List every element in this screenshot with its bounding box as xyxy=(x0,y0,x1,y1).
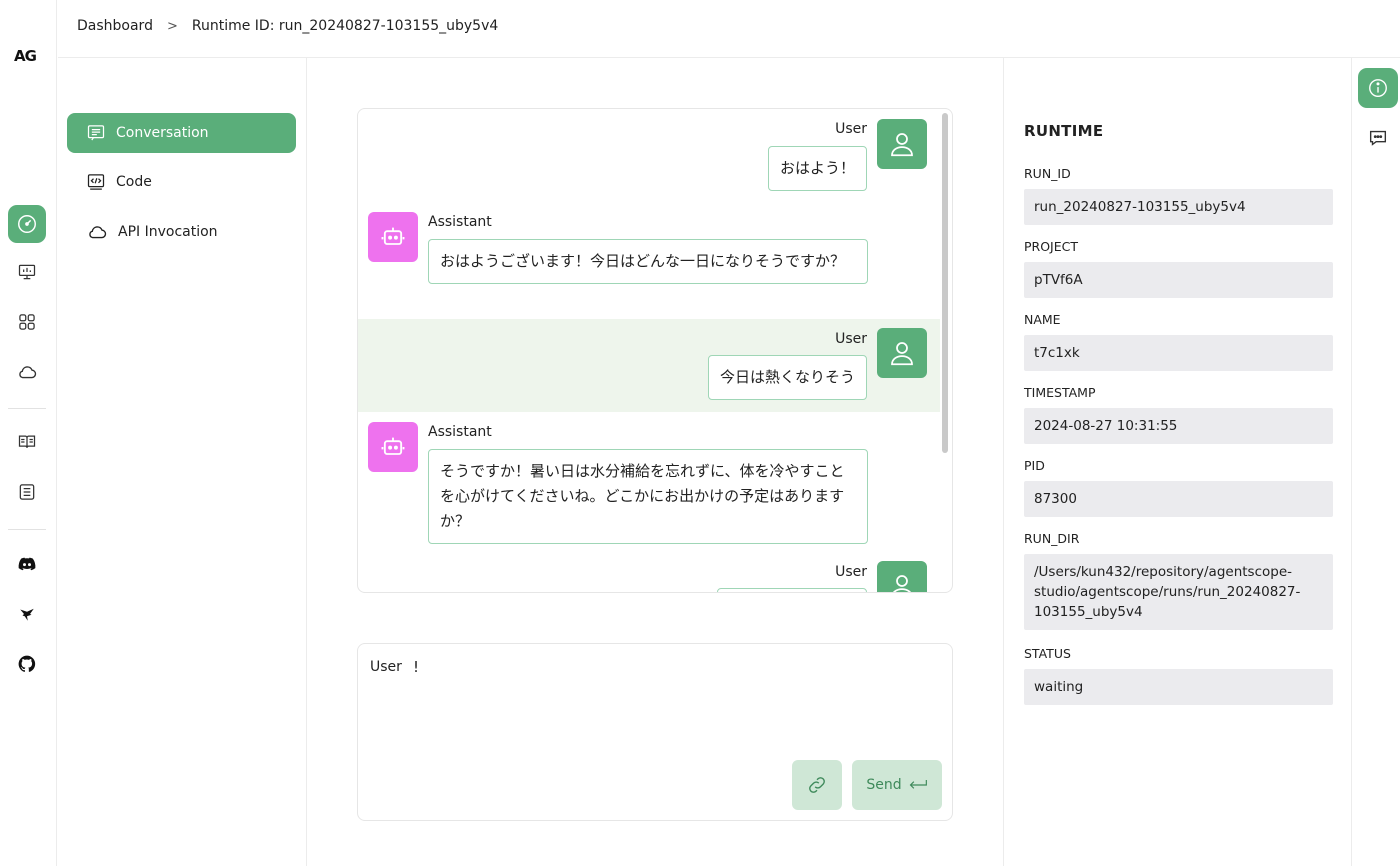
message-sender: Assistant xyxy=(428,424,492,440)
message-sender: User xyxy=(835,331,867,347)
composer-speaker-label: User xyxy=(370,659,402,675)
field-value-pid: 87300 xyxy=(1024,481,1333,517)
message-row: User おはよう！ xyxy=(358,109,940,201)
message-row: User xyxy=(358,554,940,592)
message-bubble: 今日は熱くなりそう xyxy=(707,355,867,400)
subnav-item-code[interactable]: Code xyxy=(67,162,296,202)
user-avatar xyxy=(877,119,927,169)
breadcrumb: Dashboard > Runtime ID: run_20240827-103… xyxy=(77,18,498,34)
chat-lines-icon xyxy=(87,125,105,141)
message-composer[interactable]: User ! Send xyxy=(357,643,953,821)
assistant-avatar xyxy=(368,422,418,472)
user-icon xyxy=(892,575,912,592)
rail-cloud-icon[interactable] xyxy=(8,353,46,391)
rail-dashboard-icon[interactable] xyxy=(8,205,46,243)
link-icon xyxy=(809,777,825,793)
robot-icon xyxy=(381,227,405,245)
app-logo: AG xyxy=(14,47,37,65)
subnav-item-conversation[interactable]: Conversation xyxy=(67,113,296,153)
message-row: User 今日は熱くなりそう xyxy=(358,319,940,412)
user-avatar xyxy=(877,561,927,592)
message-row: Assistant おはようございます！今日はどんな一日になりそうですか？ xyxy=(358,201,940,319)
field-label-status: STATUS xyxy=(1024,646,1071,661)
field-label-run-dir: RUN_DIR xyxy=(1024,531,1080,546)
subnav-item-label: API Invocation xyxy=(118,224,218,240)
chat-scrollbar[interactable] xyxy=(942,113,948,453)
code-icon xyxy=(87,174,105,190)
rail-divider xyxy=(8,529,46,530)
message-sender: User xyxy=(835,121,867,137)
subnav-item-api-invocation[interactable]: API Invocation xyxy=(67,212,296,252)
rail-feather-icon[interactable] xyxy=(8,595,46,633)
field-label-name: NAME xyxy=(1024,312,1061,327)
field-value-run-id: run_20240827-103155_uby5v4 xyxy=(1024,189,1333,225)
subnav-item-label: Conversation xyxy=(116,125,209,141)
left-rail: AG xyxy=(0,0,57,866)
field-label-run-id: RUN_ID xyxy=(1024,166,1071,181)
user-icon xyxy=(891,342,913,366)
field-label-pid: PID xyxy=(1024,458,1045,473)
runtime-info-panel: RUNTIME RUN_ID run_20240827-103155_uby5v… xyxy=(1003,58,1352,866)
field-value-name: t7c1xk xyxy=(1024,335,1333,371)
info-toggle-button[interactable] xyxy=(1358,68,1398,108)
user-avatar xyxy=(877,328,927,378)
assistant-avatar xyxy=(368,212,418,262)
field-value-project: pTVf6A xyxy=(1024,262,1333,298)
robot-icon xyxy=(381,437,405,455)
rail-monitor-icon[interactable] xyxy=(8,253,46,291)
send-button-label: Send xyxy=(866,777,902,793)
send-button[interactable]: Send xyxy=(852,760,942,810)
attach-button[interactable] xyxy=(792,760,842,810)
composer-input-text[interactable]: ! xyxy=(413,658,419,676)
subnav-item-label: Code xyxy=(116,174,152,190)
chat-toggle-button[interactable] xyxy=(1358,118,1398,158)
conversation-panel[interactable]: User おはよう！ Assistant おはようございます！今日はどんな一日に… xyxy=(357,108,953,593)
rail-github-icon[interactable] xyxy=(8,645,46,683)
field-label-timestamp: TIMESTAMP xyxy=(1024,385,1096,400)
message-sender: User xyxy=(835,564,867,580)
cloud-icon xyxy=(89,226,107,239)
rail-book-icon[interactable] xyxy=(8,423,46,461)
top-bar: Dashboard > Runtime ID: run_20240827-103… xyxy=(58,0,1400,58)
message-sender: Assistant xyxy=(428,214,492,230)
user-icon xyxy=(891,133,913,157)
info-icon xyxy=(1369,79,1387,97)
message-bubble: おはよう！ xyxy=(767,146,867,191)
rail-discord-icon[interactable] xyxy=(8,545,46,583)
breadcrumb-separator: > xyxy=(166,18,178,34)
comment-icon xyxy=(1369,130,1387,146)
field-value-run-dir: /Users/kun432/repository/agentscope-stud… xyxy=(1024,554,1333,630)
breadcrumb-dashboard-link[interactable]: Dashboard xyxy=(77,18,153,34)
field-value-status: waiting xyxy=(1024,669,1333,705)
breadcrumb-current: Runtime ID: run_20240827-103155_uby5v4 xyxy=(191,18,499,34)
runtime-subnav: Conversation Code API Invocation xyxy=(58,58,307,866)
enter-arrow-icon xyxy=(909,780,927,789)
rail-apps-grid-icon[interactable] xyxy=(8,303,46,341)
runtime-title: RUNTIME xyxy=(1024,122,1104,140)
message-row: Assistant そうですか！暑い日は水分補給を忘れずに、体を冷やすことを心が… xyxy=(358,412,940,554)
message-bubble: おはようございます！今日はどんな一日になりそうですか？ xyxy=(428,239,868,284)
rail-divider xyxy=(8,408,46,409)
message-bubble xyxy=(717,588,867,592)
message-bubble: そうですか！暑い日は水分補給を忘れずに、体を冷やすことを心がけてくださいね。どこ… xyxy=(428,449,868,544)
field-label-project: PROJECT xyxy=(1024,239,1079,254)
field-value-timestamp: 2024-08-27 10:31:55 xyxy=(1024,408,1333,444)
rail-list-doc-icon[interactable] xyxy=(8,473,46,511)
